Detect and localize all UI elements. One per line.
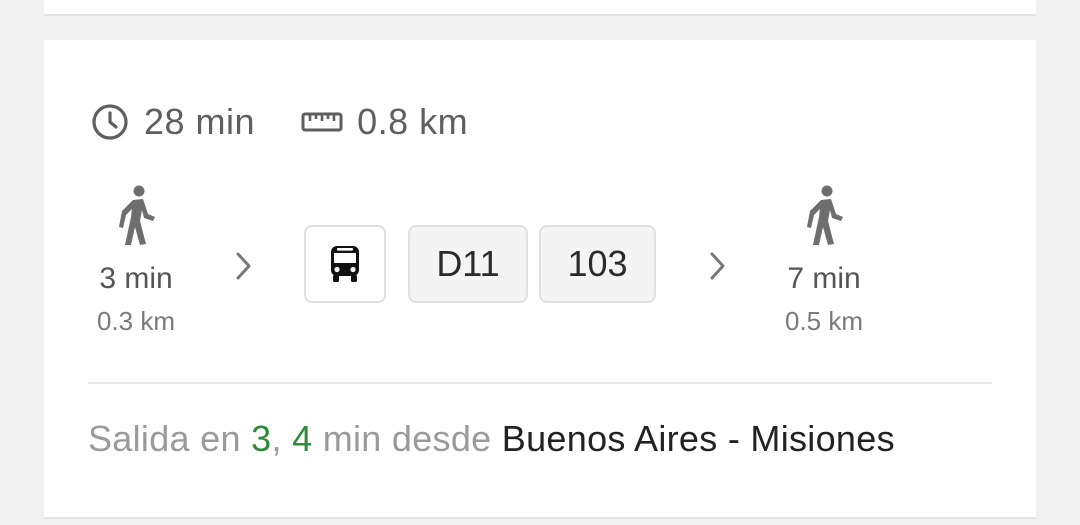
- walk-segment-start[interactable]: 3 min 0.3 km: [76, 184, 196, 336]
- clock-icon: [90, 102, 130, 142]
- departure-middle: min desde: [312, 418, 502, 459]
- walk-end-distance: 0.5 km: [784, 306, 864, 336]
- departure-info: Salida en 3, 4 min desde Buenos Aires - …: [88, 418, 895, 460]
- chevron-right-icon: [710, 252, 725, 280]
- route-summary: 28 min 0.8 km: [90, 100, 514, 144]
- route-chip-d11[interactable]: D11: [408, 225, 528, 303]
- departure-time-1: 3: [251, 418, 272, 459]
- walk-segment-end[interactable]: 7 min 0.5 km: [764, 184, 884, 336]
- walk-end-time: 7 min: [787, 262, 861, 295]
- walk-start-distance: 0.3 km: [96, 306, 176, 336]
- previous-route-card[interactable]: [44, 0, 1036, 16]
- walk-start-time: 3 min: [99, 262, 173, 295]
- distance-summary: 0.8 km: [301, 101, 468, 143]
- departure-separator: ,: [271, 418, 293, 459]
- departure-prefix: Salida en: [88, 418, 252, 459]
- ruler-icon: [301, 110, 343, 134]
- departure-time-2: 4: [292, 418, 313, 459]
- route-chip-103[interactable]: 103: [539, 225, 656, 303]
- total-duration: 28 min: [144, 101, 256, 142]
- chevron-right-icon: [236, 252, 251, 280]
- divider: [88, 382, 992, 384]
- bus-icon: [329, 245, 361, 283]
- total-distance: 0.8 km: [357, 101, 469, 142]
- walking-person-icon: [76, 184, 196, 250]
- departure-stop-name: Buenos Aires - Misiones: [501, 418, 895, 459]
- walking-person-icon: [764, 184, 884, 250]
- duration-summary: 28 min: [90, 101, 255, 143]
- bus-chip[interactable]: [304, 225, 386, 303]
